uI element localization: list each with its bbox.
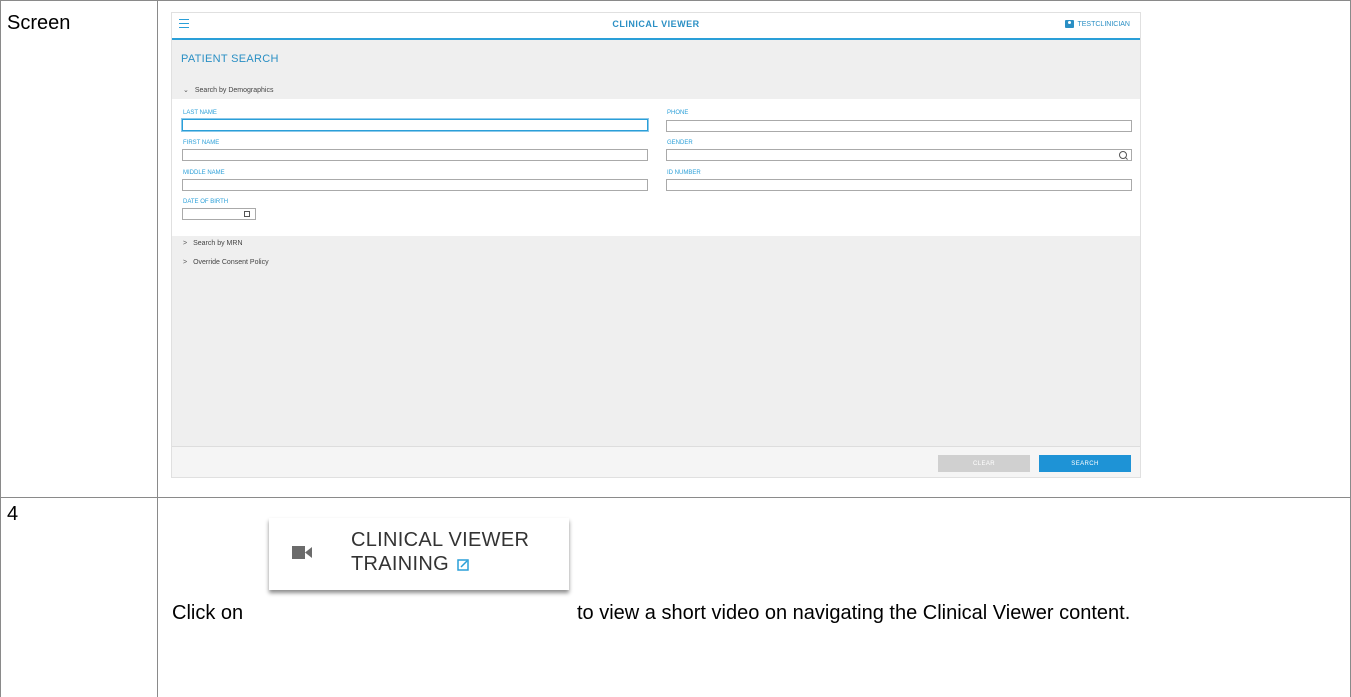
user-name: TESTCLINICIAN xyxy=(1077,20,1130,28)
clinical-viewer-screenshot: CLINICAL VIEWER TESTCLINICIAN PATIENT SE… xyxy=(171,12,1141,478)
dob-label: DATE OF BIRTH xyxy=(183,199,229,205)
phone-input[interactable] xyxy=(666,120,1132,132)
row-label-screen: Screen xyxy=(7,12,71,34)
search-button[interactable]: SEARCH xyxy=(1039,455,1131,472)
video-camera-icon xyxy=(292,546,312,559)
middle-name-input[interactable] xyxy=(182,179,648,191)
section-demographics-toggle[interactable]: ⌄ Search by Demographics xyxy=(183,86,274,95)
table-border-left xyxy=(0,0,1,697)
demographics-panel: LAST NAME FIRST NAME MIDDLE NAME DATE OF… xyxy=(172,99,1140,236)
middle-name-label: MIDDLE NAME xyxy=(183,170,225,176)
app-header: CLINICAL VIEWER TESTCLINICIAN xyxy=(172,13,1140,40)
section-consent-label: Override Consent Policy xyxy=(193,259,269,266)
calendar-icon[interactable] xyxy=(244,211,250,217)
app-title: CLINICAL VIEWER xyxy=(612,19,700,29)
chevron-down-icon: ⌄ xyxy=(183,87,189,94)
id-number-input[interactable] xyxy=(666,179,1132,191)
user-menu[interactable]: TESTCLINICIAN xyxy=(1065,20,1130,28)
table-column-divider xyxy=(157,0,158,697)
first-name-label: FIRST NAME xyxy=(183,140,220,146)
phone-label: PHONE xyxy=(667,110,689,116)
gender-input[interactable] xyxy=(666,149,1132,161)
clinical-viewer-training-button[interactable]: CLINICAL VIEWER TRAINING xyxy=(269,518,569,590)
last-name-input[interactable] xyxy=(182,119,648,131)
training-label-line2-wrap: TRAINING xyxy=(351,552,529,576)
user-icon xyxy=(1065,20,1075,28)
clear-button[interactable]: CLEAR xyxy=(938,455,1030,472)
table-row-divider xyxy=(0,497,1351,498)
search-icon[interactable] xyxy=(1119,151,1127,159)
chevron-right-icon: > xyxy=(183,240,188,247)
section-mrn-toggle[interactable]: > Search by MRN xyxy=(183,240,243,247)
training-label: CLINICAL VIEWER TRAINING xyxy=(351,528,529,576)
last-name-label: LAST NAME xyxy=(183,110,217,116)
training-label-line1: CLINICAL VIEWER xyxy=(351,529,530,551)
instruction-after: to view a short video on navigating the … xyxy=(577,602,1131,624)
section-demographics-label: Search by Demographics xyxy=(194,86,274,94)
gender-label: GENDER xyxy=(667,140,693,146)
first-name-input[interactable] xyxy=(182,149,648,161)
action-bar: CLEAR SEARCH xyxy=(172,446,1140,477)
section-mrn-label: Search by MRN xyxy=(193,240,243,247)
instruction-before: Click on xyxy=(172,602,244,624)
training-label-line2: TRAINING xyxy=(351,553,449,575)
chevron-right-icon: > xyxy=(183,259,188,266)
row-label-step: 4 xyxy=(7,503,19,525)
page-title: PATIENT SEARCH xyxy=(181,53,279,65)
dob-input[interactable] xyxy=(182,208,256,220)
section-consent-toggle[interactable]: > Override Consent Policy xyxy=(183,259,269,266)
id-number-label: ID NUMBER xyxy=(667,170,701,176)
external-link-icon xyxy=(457,558,469,571)
table-border-top xyxy=(0,0,1351,1)
